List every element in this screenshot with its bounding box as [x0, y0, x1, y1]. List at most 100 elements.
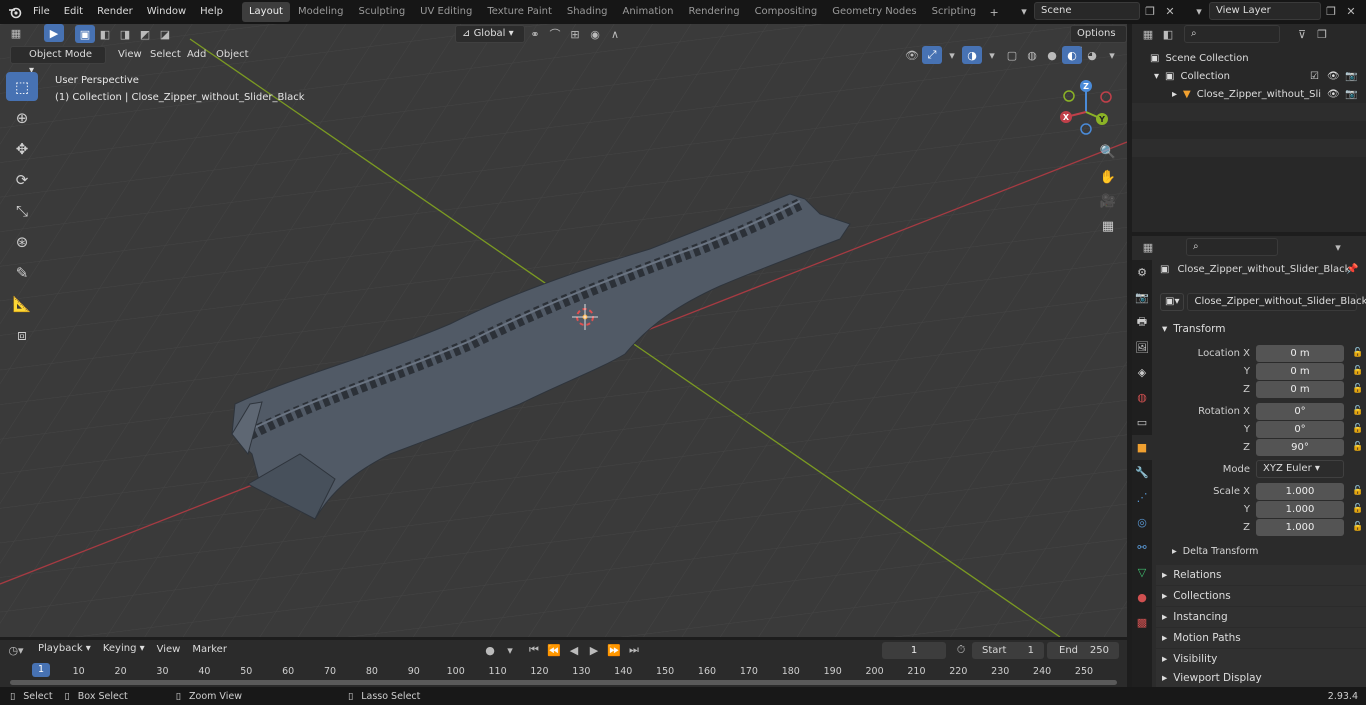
- outliner-search-input[interactable]: ⌕: [1184, 25, 1280, 43]
- xray-icon[interactable]: ▢: [1002, 46, 1022, 64]
- outliner-editor-icon[interactable]: ▦: [1138, 25, 1158, 43]
- viewport-display-panel-header[interactable]: ▸ Viewport Display: [1156, 669, 1366, 687]
- properties-search-input[interactable]: ⌕: [1186, 238, 1278, 256]
- tool-tab-icon[interactable]: ⚙: [1132, 260, 1152, 285]
- zoom-icon[interactable]: 🔍: [1097, 141, 1119, 163]
- location-y-field[interactable]: 0 m: [1256, 362, 1344, 380]
- proportional-edit-icon[interactable]: ◉: [585, 25, 605, 43]
- lock-icon[interactable]: 🔓: [1352, 442, 1363, 452]
- pan-hand-icon[interactable]: ✋: [1097, 166, 1119, 188]
- particles-tab-icon[interactable]: ⋰: [1132, 485, 1152, 510]
- world-tab-icon[interactable]: ◍: [1132, 385, 1152, 410]
- outliner-object[interactable]: ▸ ▼ Close_Zipper_without_Sli 👁 📷: [1132, 85, 1366, 103]
- collections-panel-header[interactable]: ▸ Collections: [1156, 586, 1366, 606]
- navigation-gizmo[interactable]: Z X Y: [1054, 80, 1118, 144]
- camera-view-icon[interactable]: 🎥: [1097, 190, 1119, 212]
- lock-icon[interactable]: 🔓: [1352, 486, 1363, 496]
- timeline-scrollbar[interactable]: [10, 680, 1117, 685]
- scene-tab-icon[interactable]: ◈: [1132, 360, 1152, 385]
- tab-uv-editing[interactable]: UV Editing: [413, 2, 479, 22]
- scene-field[interactable]: Scene: [1034, 2, 1140, 20]
- perspective-toggle-icon[interactable]: ▦: [1097, 215, 1119, 237]
- add-cube-tool-icon[interactable]: ⧈: [6, 320, 38, 349]
- current-frame-marker[interactable]: 1: [32, 663, 50, 677]
- lock-icon[interactable]: 🔓: [1352, 348, 1363, 358]
- scale-z-field[interactable]: 1.000: [1256, 518, 1344, 536]
- rotate-tool-icon[interactable]: ⟳: [6, 165, 38, 194]
- tab-rendering[interactable]: Rendering: [681, 2, 746, 22]
- scale-y-field[interactable]: 1.000: [1256, 500, 1344, 518]
- gizmo-toggle-icon[interactable]: ⤢: [922, 46, 942, 64]
- 3d-viewport[interactable]: ▦ ▶ ▣ ◧ ◨ ◩ ◪ ⊿ Global ▾ ⚭ ⌒ ⊞ ◉ ∧ Optio…: [0, 24, 1127, 637]
- visibility-panel-header[interactable]: ▸ Visibility: [1156, 649, 1366, 669]
- select-invert-icon[interactable]: ◩: [135, 25, 155, 43]
- remove-scene-icon[interactable]: ✕: [1160, 2, 1180, 20]
- options-dropdown[interactable]: Options ▾: [1070, 25, 1127, 55]
- object-name-field[interactable]: Close_Zipper_without_Slider_Black: [1187, 293, 1366, 311]
- tab-scripting[interactable]: Scripting: [925, 2, 983, 22]
- collection-camera-icon[interactable]: 📷: [1345, 71, 1357, 82]
- view-layer-icon[interactable]: ▾: [1189, 2, 1209, 20]
- new-view-layer-icon[interactable]: ❐: [1321, 2, 1341, 20]
- snap-icon[interactable]: ⌒: [545, 25, 565, 43]
- select-extend-icon[interactable]: ◧: [95, 25, 115, 43]
- outliner-scene-collection[interactable]: ▣ Scene Collection: [1132, 49, 1366, 67]
- tab-modeling[interactable]: Modeling: [291, 2, 351, 22]
- pin-icon[interactable]: 📌: [1346, 264, 1358, 275]
- scale-x-field[interactable]: 1.000: [1256, 482, 1344, 500]
- blender-logo-icon[interactable]: [4, 3, 26, 21]
- properties-options-icon[interactable]: ▾: [1328, 238, 1348, 256]
- outliner-collection[interactable]: ▾ ▣ Collection ☑ 👁 📷: [1132, 67, 1366, 85]
- expand-arrow-icon[interactable]: ▸: [1172, 89, 1177, 100]
- location-x-field[interactable]: 0 m: [1256, 344, 1344, 362]
- lock-icon[interactable]: 🔓: [1352, 366, 1363, 376]
- output-tab-icon[interactable]: 🖶: [1132, 310, 1152, 335]
- exclude-checkbox[interactable]: ☑: [1310, 71, 1319, 82]
- rotation-x-field[interactable]: 0°: [1256, 402, 1344, 420]
- tab-shading[interactable]: Shading: [560, 2, 615, 22]
- rotation-mode-dropdown[interactable]: XYZ Euler ▾: [1256, 460, 1344, 478]
- select-intersect-icon[interactable]: ◪: [155, 25, 175, 43]
- move-tool-icon[interactable]: ✥: [6, 134, 38, 163]
- scale-tool-icon[interactable]: ⤡: [6, 196, 38, 225]
- object-tab-icon[interactable]: ■: [1132, 435, 1152, 460]
- collection-eye-icon[interactable]: 👁: [1327, 71, 1340, 82]
- select-subtract-icon[interactable]: ◨: [115, 25, 135, 43]
- menu-file[interactable]: File: [26, 2, 57, 22]
- editor-type-icon[interactable]: ▦: [6, 24, 26, 42]
- modifier-tab-icon[interactable]: 🔧: [1132, 460, 1152, 485]
- view-layer-field[interactable]: View Layer: [1209, 2, 1321, 20]
- delta-transform-subpanel[interactable]: ▸ Delta Transform: [1172, 546, 1258, 557]
- rotation-y-field[interactable]: 0°: [1256, 420, 1344, 438]
- shading-wireframe-icon[interactable]: ◍: [1022, 46, 1042, 64]
- visibility-icon[interactable]: 👁: [902, 46, 922, 64]
- constraints-tab-icon[interactable]: ⚯: [1132, 535, 1152, 560]
- tab-texture-paint[interactable]: Texture Paint: [480, 2, 559, 22]
- properties-editor-icon[interactable]: ▦: [1138, 238, 1158, 256]
- scene-icon[interactable]: ▾: [1014, 2, 1034, 20]
- object-mode-dropdown[interactable]: Object Mode ▾: [10, 46, 106, 76]
- filter-icon[interactable]: ⊽: [1292, 25, 1312, 43]
- shading-material-icon[interactable]: ◐: [1062, 46, 1082, 64]
- tab-animation[interactable]: Animation: [616, 2, 681, 22]
- viewport-menu-object[interactable]: Object: [210, 46, 255, 64]
- transform-orientation-dropdown[interactable]: ⊿ Global ▾: [455, 25, 525, 43]
- viewport-menu-add[interactable]: Add: [181, 46, 212, 64]
- render-tab-icon[interactable]: 📷: [1132, 285, 1152, 310]
- measure-tool-icon[interactable]: 📐: [6, 289, 38, 318]
- viewport-menu-view[interactable]: View: [112, 46, 148, 64]
- new-scene-icon[interactable]: ❐: [1140, 2, 1160, 20]
- tab-layout[interactable]: Layout: [241, 2, 290, 22]
- instancing-panel-header[interactable]: ▸ Instancing: [1156, 607, 1366, 627]
- tab-geometry-nodes[interactable]: Geometry Nodes: [825, 2, 923, 22]
- overlay-toggle-icon[interactable]: ◑: [962, 46, 982, 64]
- pivot-icon[interactable]: ⚭: [525, 25, 545, 43]
- tab-compositing[interactable]: Compositing: [748, 2, 825, 22]
- shading-rendered-icon[interactable]: ◕: [1082, 46, 1102, 64]
- lock-icon[interactable]: 🔓: [1352, 384, 1363, 394]
- rotation-z-field[interactable]: 90°: [1256, 438, 1344, 456]
- tab-sculpting[interactable]: Sculpting: [351, 2, 412, 22]
- object-eye-icon[interactable]: 👁: [1327, 89, 1340, 100]
- select-mode-icon[interactable]: ▶: [44, 24, 64, 42]
- overlay-dropdown-icon[interactable]: ▾: [982, 46, 1002, 64]
